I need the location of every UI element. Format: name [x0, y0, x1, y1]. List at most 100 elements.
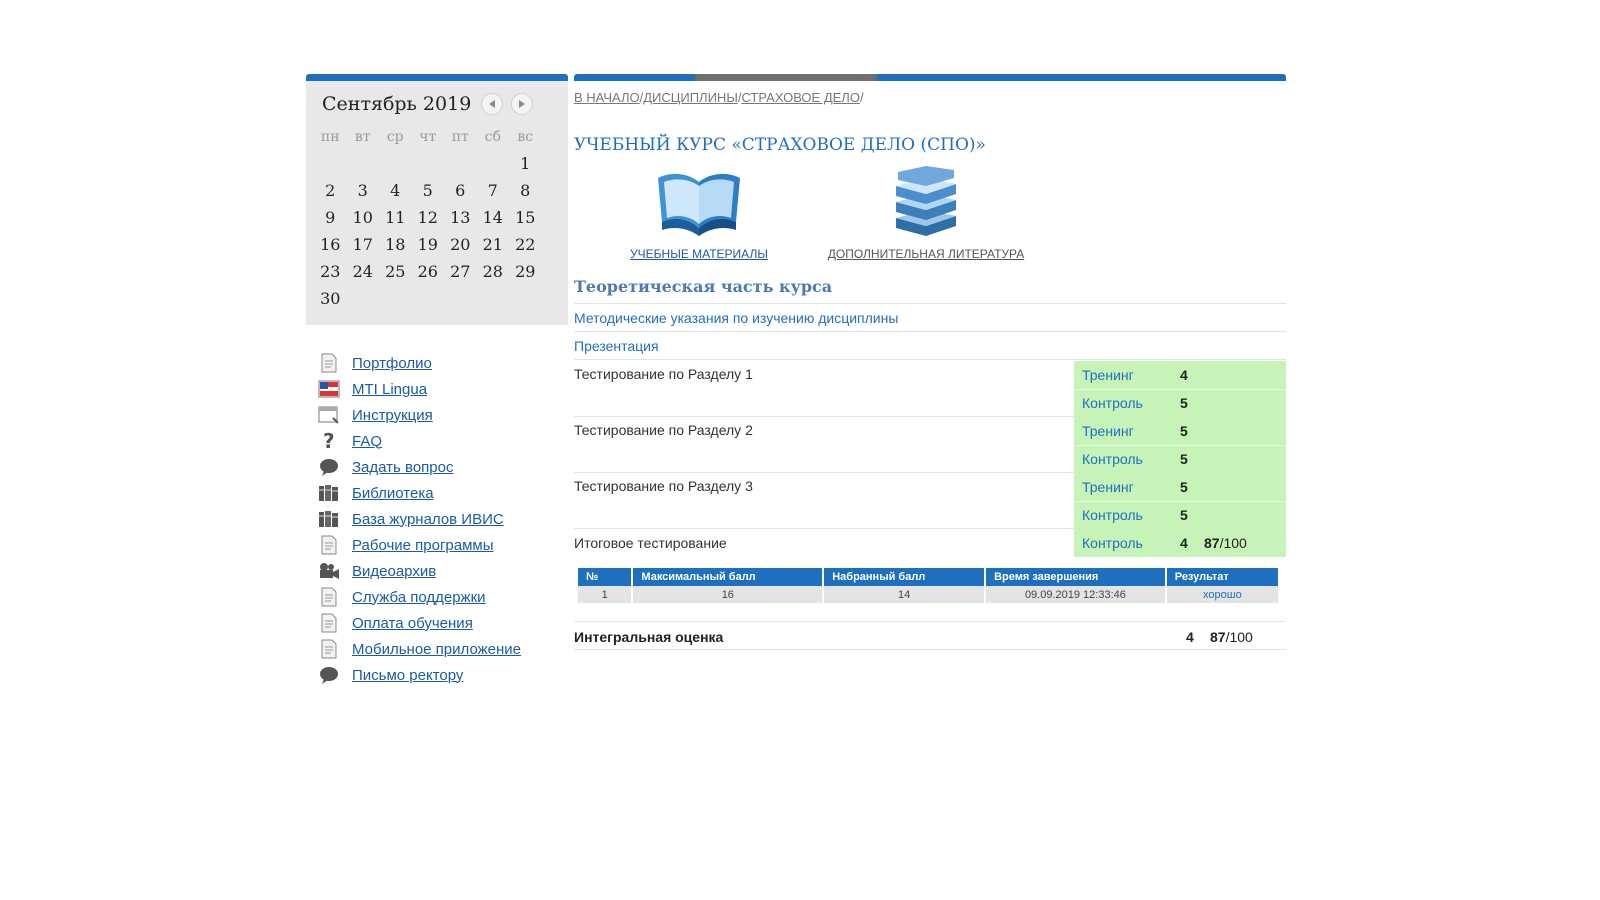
calendar-prev-button[interactable]	[481, 93, 504, 115]
study-materials-link[interactable]: УЧЕБНЫЕ МАТЕРИАЛЫ	[624, 247, 774, 261]
presentation-link[interactable]: Презентация	[574, 338, 659, 354]
attempts-header-cell: Время завершения	[985, 568, 1167, 586]
calendar-day[interactable]: 28	[477, 262, 510, 281]
attempt-cell: 09.09.2019 12:33:46	[985, 586, 1167, 603]
calendar-month-title: Сентябрь 2019	[322, 93, 472, 115]
calendar-day[interactable]: 3	[347, 181, 380, 200]
calendar-day[interactable]: 14	[477, 208, 510, 227]
breadcrumb-link[interactable]: СТРАХОВОЕ ДЕЛО	[741, 90, 859, 105]
calendar-day[interactable]: 17	[347, 235, 380, 254]
test-type-link[interactable]: Контроль	[1074, 395, 1180, 411]
calendar-day[interactable]: 19	[412, 235, 445, 254]
calendar-day[interactable]: 21	[477, 235, 510, 254]
test-type-link[interactable]: Контроль	[1074, 507, 1180, 523]
sidebar-item[interactable]: Служба поддержки	[318, 584, 521, 610]
calendar-week-row: 30	[314, 285, 554, 312]
sidebar-item[interactable]: MTI Lingua	[318, 376, 521, 402]
breadcrumb-link[interactable]: В НАЧАЛО	[574, 90, 640, 105]
calendar-day[interactable]: 22	[509, 235, 542, 254]
final-test-points-value: 87	[1204, 535, 1220, 551]
calendar-day[interactable]: 25	[379, 262, 412, 281]
calendar-day[interactable]: 16	[314, 235, 347, 254]
calendar-day[interactable]: 15	[509, 208, 542, 227]
calendar-day[interactable]: 7	[477, 181, 510, 200]
page-title: УЧЕБНЫЙ КУРС «СТРАХОВОЕ ДЕЛО (СПО)»	[574, 135, 986, 155]
calendar-day[interactable]: 13	[444, 208, 477, 227]
sidebar-item[interactable]: Задать вопрос	[318, 454, 521, 480]
test-grade: 5	[1180, 479, 1188, 495]
breadcrumb-separator: /	[859, 90, 864, 105]
test-type-link[interactable]: Тренинг	[1074, 479, 1180, 495]
sidebar-item[interactable]: ? FAQ	[318, 428, 521, 454]
sidebar-item-link[interactable]: Видеоархив	[352, 563, 436, 580]
sidebar-item-link[interactable]: Инструкция	[352, 407, 433, 424]
sidebar-item[interactable]: Библиотека	[318, 480, 521, 506]
sidebar-item-link[interactable]: Задать вопрос	[352, 459, 453, 476]
test-grade: 5	[1180, 451, 1188, 467]
test-type-link[interactable]: Тренинг	[1074, 367, 1180, 383]
right-header-bar	[574, 74, 1286, 81]
weekday-label: ср	[386, 128, 404, 145]
attempt-result-link[interactable]: хорошо	[1165, 586, 1281, 603]
sidebar-item-link[interactable]: Портфолио	[352, 355, 432, 372]
test-score-row: Тренинг 5	[1074, 417, 1286, 445]
test-type-link[interactable]: Тренинг	[1074, 423, 1180, 439]
calendar-day[interactable]: 26	[412, 262, 445, 281]
final-test-type-link[interactable]: Контроль	[1074, 535, 1180, 551]
calendar-day[interactable]: 12	[412, 208, 445, 227]
calendar-day[interactable]: 11	[379, 208, 412, 227]
calendar-day[interactable]: 1	[509, 154, 542, 173]
sidebar-item[interactable]: База журналов ИВИС	[318, 506, 521, 532]
calendar-next-button[interactable]	[511, 93, 534, 115]
test-label: Тестирование по Разделу 2	[574, 422, 753, 438]
calendar-day[interactable]: 24	[347, 262, 380, 281]
calendar-day[interactable]: 18	[379, 235, 412, 254]
divider	[574, 303, 1286, 304]
calendar-day[interactable]: 30	[314, 289, 347, 308]
sidebar-item[interactable]: Оплата обучения	[318, 610, 521, 636]
resource-additional-literature[interactable]: ДОПОЛНИТЕЛЬНАЯ ЛИТЕРАТУРА	[826, 166, 1026, 261]
calendar-day[interactable]: 8	[509, 181, 542, 200]
methodical-guidelines-link[interactable]: Методические указания по изучению дисцип…	[574, 310, 898, 326]
attempts-header-cell: №	[578, 568, 634, 586]
test-score-row: Контроль 5	[1074, 501, 1286, 529]
final-test-score-row: Контроль 4 87/100	[1074, 529, 1286, 557]
resource-study-materials[interactable]: УЧЕБНЫЕ МАТЕРИАЛЫ	[624, 166, 774, 261]
sidebar-item[interactable]: Письмо ректору	[318, 662, 521, 688]
calendar-day[interactable]: 23	[314, 262, 347, 281]
additional-literature-link[interactable]: ДОПОЛНИТЕЛЬНАЯ ЛИТЕРАТУРА	[826, 247, 1026, 261]
calendar-day[interactable]: 27	[444, 262, 477, 281]
sidebar-item-link[interactable]: FAQ	[352, 433, 382, 450]
sidebar-item-link[interactable]: База журналов ИВИС	[352, 511, 504, 528]
breadcrumb-link[interactable]: ДИСЦИПЛИНЫ	[643, 90, 738, 105]
calendar-day[interactable]: 29	[509, 262, 542, 281]
weekday-label: пн	[320, 128, 340, 145]
sidebar-item[interactable]: Инструкция	[318, 402, 521, 428]
sidebar-item-link[interactable]: Письмо ректору	[352, 667, 463, 684]
test-score-row: Контроль 5	[1074, 389, 1286, 417]
divider	[574, 621, 1286, 622]
weekday-label: сб	[484, 128, 501, 145]
sidebar-item-link[interactable]: Мобильное приложение	[352, 641, 521, 658]
sidebar-item-link[interactable]: Библиотека	[352, 485, 434, 502]
sidebar-item-link[interactable]: MTI Lingua	[352, 381, 427, 398]
sidebar-item-link[interactable]: Служба поддержки	[352, 589, 486, 606]
video-camera-icon	[318, 560, 340, 582]
calendar-day[interactable]: 2	[314, 181, 347, 200]
calendar: Сентябрь 2019 пн вт ср чт пт сб вс 1 2 3 4 5 6 7 8 9 10 1…	[306, 81, 568, 325]
calendar-day[interactable]: 4	[379, 181, 412, 200]
calendar-day[interactable]: 10	[347, 208, 380, 227]
sidebar-item[interactable]: Портфолио	[318, 350, 521, 376]
sidebar-item-link[interactable]: Рабочие программы	[352, 537, 494, 554]
calendar-week-row: 9 10 11 12 13 14 15	[314, 204, 554, 231]
sidebar-item[interactable]: Мобильное приложение	[318, 636, 521, 662]
sidebar-item-link[interactable]: Оплата обучения	[352, 615, 473, 632]
sidebar-item[interactable]: Видеоархив	[318, 558, 521, 584]
speech-bubble-icon	[318, 456, 340, 478]
calendar-day[interactable]: 6	[444, 181, 477, 200]
calendar-day[interactable]: 9	[314, 208, 347, 227]
calendar-day[interactable]: 20	[444, 235, 477, 254]
calendar-day[interactable]: 5	[412, 181, 445, 200]
sidebar-item[interactable]: Рабочие программы	[318, 532, 521, 558]
test-type-link[interactable]: Контроль	[1074, 451, 1180, 467]
